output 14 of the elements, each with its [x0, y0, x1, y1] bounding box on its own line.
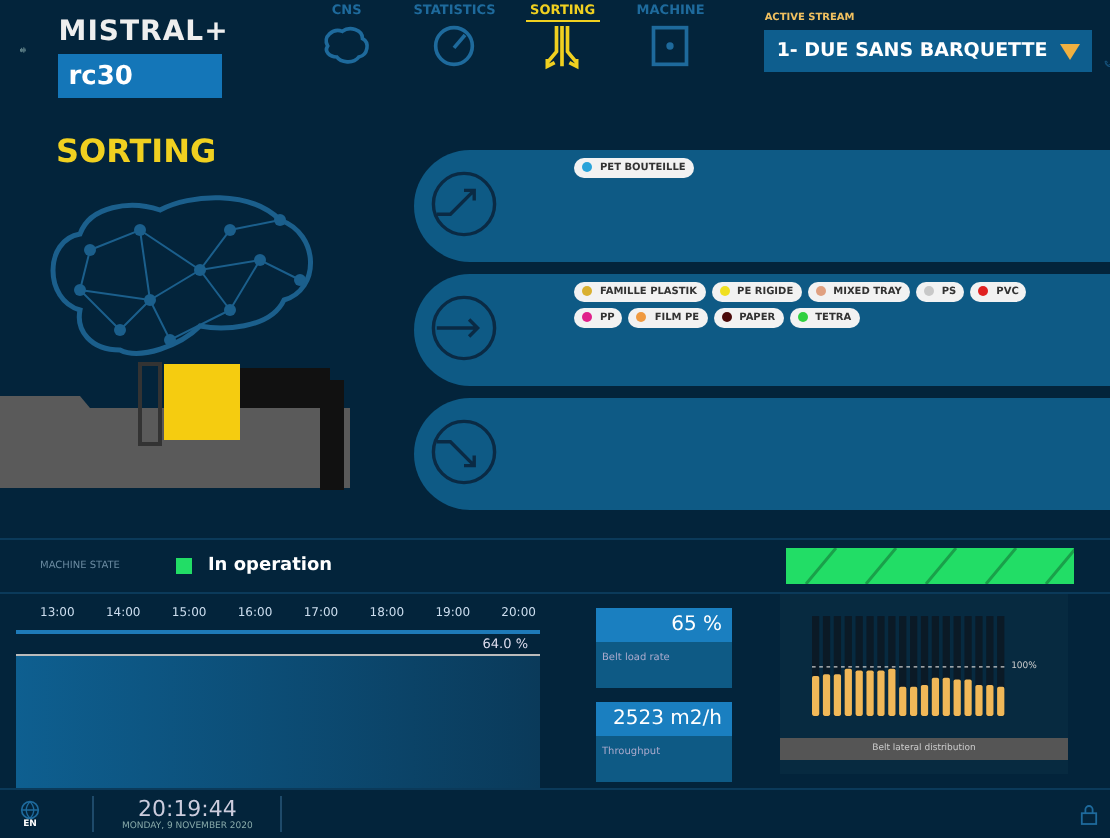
- lock-icon[interactable]: [1080, 803, 1098, 826]
- clock-time: 20:19:44: [137, 796, 237, 823]
- page-title: SORTING: [56, 131, 219, 170]
- machine-state-value: In operation: [207, 556, 333, 577]
- machine-id-field[interactable]: rc30: [58, 54, 223, 98]
- globe-icon[interactable]: [20, 799, 40, 820]
- logo: MISTRAL+: [58, 16, 229, 48]
- caret-icon: [1059, 43, 1080, 59]
- arrow-up-right-icon: [430, 169, 498, 238]
- readout-value: 2523 m2/h: [596, 702, 732, 737]
- readout-value: 65 %: [596, 608, 732, 643]
- arrow-right-icon: [430, 293, 498, 362]
- arrow-down-right-icon: [430, 417, 498, 486]
- stream-dropdown[interactable]: 1- DUE SANS BARQUETTE: [764, 30, 1092, 72]
